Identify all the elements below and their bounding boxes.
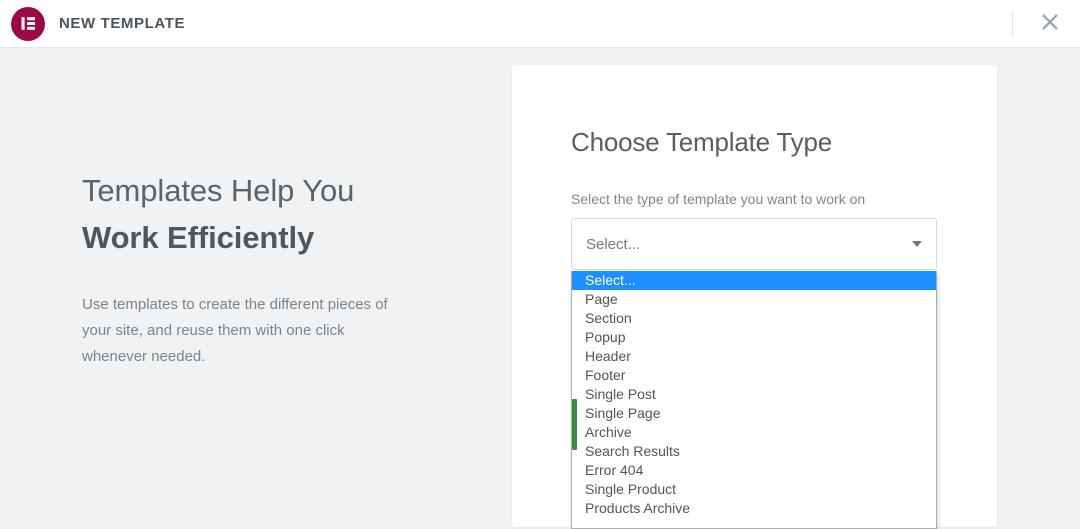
template-type-option-list[interactable]: Select... Page Section Popup Header Foot… [571, 271, 937, 529]
app-header: NEW TEMPLATE [0, 0, 1080, 48]
option-item-single-product[interactable]: Single Product [578, 480, 936, 499]
modal-title: Choose Template Type [571, 127, 832, 157]
option-item-archive[interactable]: Archive [578, 423, 936, 442]
app-title: NEW TEMPLATE [59, 15, 186, 32]
close-button[interactable] [1037, 11, 1063, 37]
option-item-footer[interactable]: Footer [578, 366, 936, 385]
option-item-section[interactable]: Section [578, 309, 936, 328]
option-item-popup[interactable]: Popup [578, 328, 936, 347]
page-body: Templates Help You Work Efficiently Use … [0, 48, 1080, 529]
option-item-single-page[interactable]: Single Page [578, 404, 936, 423]
promo-heading: Templates Help You Work Efficiently [82, 167, 482, 261]
header-actions [1012, 0, 1080, 47]
brand: NEW TEMPLATE [0, 6, 186, 41]
option-item-search-results[interactable]: Search Results [578, 442, 936, 461]
template-type-select-wrapper: Select... Select... Page Section Popup H… [571, 218, 938, 529]
promo-panel: Templates Help You Work Efficiently Use … [82, 167, 482, 370]
option-item-products-archive[interactable]: Products Archive [578, 499, 936, 518]
modal-subtitle: Select the type of template you want to … [571, 191, 866, 207]
option-list-scroll-thumb[interactable] [572, 399, 577, 450]
option-item-page[interactable]: Page [578, 290, 936, 309]
elementor-logo-icon [11, 6, 45, 41]
header-divider [1012, 10, 1013, 37]
chevron-down-icon [912, 241, 922, 247]
promo-heading-line1: Templates Help You [82, 173, 355, 208]
promo-heading-line2: Work Efficiently [82, 220, 315, 256]
choose-template-type-modal: Choose Template Type Select the type of … [512, 65, 997, 529]
option-item-single-post[interactable]: Single Post [578, 385, 936, 404]
option-list-scrollbar[interactable] [572, 271, 577, 528]
template-type-select[interactable]: Select... [571, 218, 937, 270]
option-item-select[interactable]: Select... [572, 271, 936, 290]
close-icon [1041, 13, 1059, 34]
template-type-select-value: Select... [586, 235, 641, 253]
option-item-header[interactable]: Header [578, 347, 936, 366]
option-item-error-404[interactable]: Error 404 [578, 461, 936, 480]
promo-body-text: Use templates to create the different pi… [82, 296, 388, 366]
